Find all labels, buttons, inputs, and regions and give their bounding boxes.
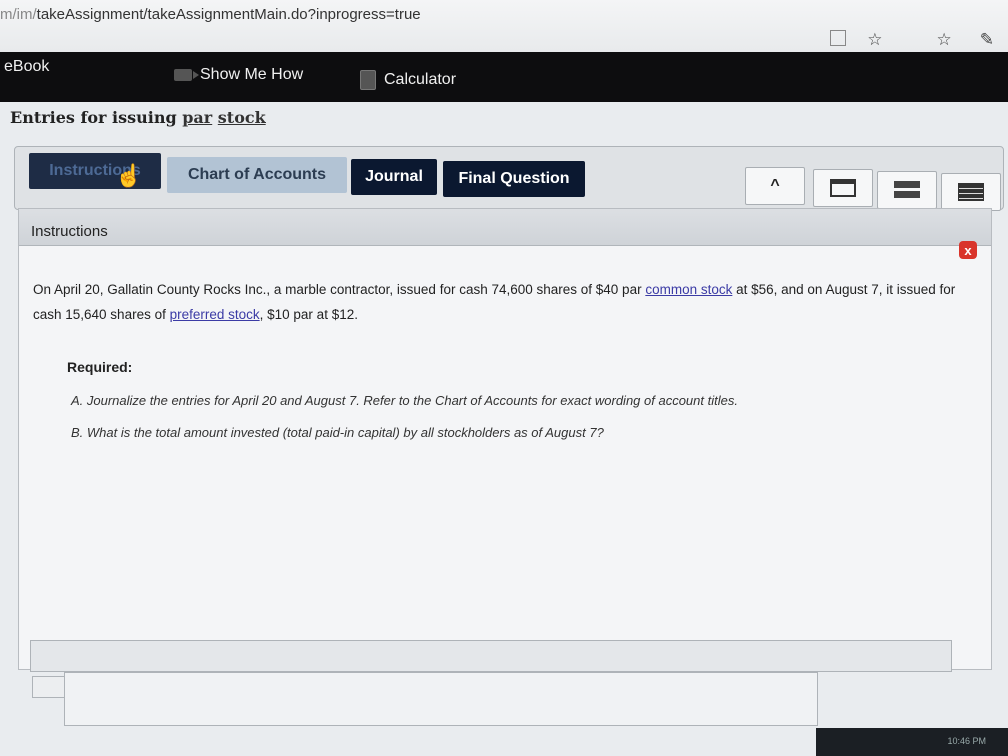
problem-text-1: On April 20, Gallatin County Rocks Inc.,… bbox=[33, 282, 646, 297]
par-link[interactable]: par bbox=[182, 108, 212, 127]
full-view-button[interactable] bbox=[941, 173, 1001, 211]
show-me-how-label: Show Me How bbox=[200, 66, 304, 83]
url-text[interactable]: m/im/takeAssignment/takeAssignmentMain.d… bbox=[0, 6, 421, 23]
split-view-button[interactable] bbox=[877, 171, 937, 209]
calculator-button[interactable]: Calculator bbox=[360, 70, 456, 90]
window-view-button[interactable] bbox=[813, 169, 873, 207]
bottom-input-area bbox=[64, 672, 818, 726]
video-icon bbox=[174, 69, 199, 81]
tab-chart-of-accounts[interactable]: Chart of Accounts bbox=[167, 157, 347, 193]
window-icon bbox=[830, 179, 856, 197]
instructions-panel: Instructions x On April 20, Gallatin Cou… bbox=[18, 208, 992, 670]
bottom-panel bbox=[30, 640, 952, 672]
split-view-icon bbox=[894, 181, 920, 199]
system-clock: 10:46 PM bbox=[947, 736, 986, 746]
chevron-up-icon: ^ bbox=[770, 177, 780, 194]
system-taskbar: 10:46 PM bbox=[816, 728, 1008, 756]
preferred-stock-link[interactable]: preferred stock bbox=[170, 307, 260, 322]
favorites-icon[interactable]: ☆ bbox=[937, 30, 952, 50]
tab-panel: Instructions ☝ Chart of Accounts Journal… bbox=[14, 146, 1004, 211]
collapse-button[interactable]: ^ bbox=[745, 167, 805, 205]
common-stock-link[interactable]: common stock bbox=[645, 282, 732, 297]
star-icon[interactable]: ☆ bbox=[867, 30, 882, 50]
reader-icon[interactable] bbox=[830, 30, 846, 46]
close-icon[interactable]: x bbox=[959, 241, 977, 259]
pen-icon[interactable]: ✎ bbox=[980, 30, 994, 50]
show-me-how-button[interactable]: Show Me How bbox=[174, 66, 303, 84]
required-heading: Required: bbox=[67, 359, 133, 375]
ebook-label: eBook bbox=[4, 58, 50, 75]
requirement-a: A. Journalize the entries for April 20 a… bbox=[71, 393, 738, 408]
page-title: Entries for issuing par stock bbox=[10, 108, 266, 127]
title-prefix: Entries for issuing bbox=[10, 108, 183, 127]
browser-address-bar: m/im/takeAssignment/takeAssignmentMain.d… bbox=[0, 0, 1008, 53]
tab-final-question[interactable]: Final Question bbox=[443, 161, 585, 197]
url-prefix: m/im/ bbox=[0, 6, 37, 23]
url-main: takeAssignment/takeAssignmentMain.do?inp… bbox=[36, 6, 421, 23]
calculator-icon bbox=[360, 70, 376, 90]
tab-journal[interactable]: Journal bbox=[351, 159, 437, 195]
requirement-b: B. What is the total amount invested (to… bbox=[71, 425, 604, 440]
problem-paragraph: On April 20, Gallatin County Rocks Inc.,… bbox=[33, 277, 973, 327]
instructions-header: Instructions bbox=[19, 209, 991, 246]
instructions-heading: Instructions bbox=[31, 223, 108, 240]
problem-text-3: , $10 par at $12. bbox=[259, 307, 358, 322]
bottom-small-box bbox=[32, 676, 66, 698]
ebook-button[interactable]: eBook bbox=[4, 58, 49, 76]
assignment-toolbar: eBook Show Me How Calculator bbox=[0, 52, 1008, 102]
full-view-icon bbox=[958, 183, 984, 201]
hand-cursor-icon: ☝ bbox=[115, 163, 143, 188]
stock-link[interactable]: stock bbox=[218, 108, 266, 127]
calculator-label: Calculator bbox=[384, 71, 457, 88]
